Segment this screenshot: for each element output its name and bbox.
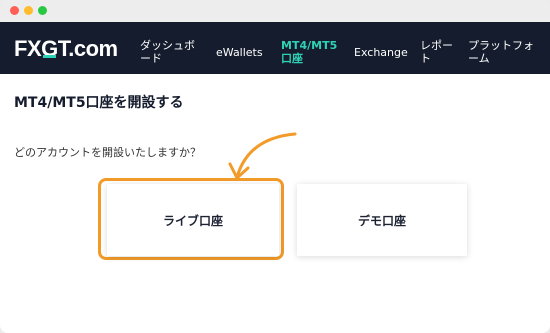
logo-text-fx: FX: [14, 36, 42, 61]
maximize-window-button[interactable]: [38, 6, 47, 15]
account-type-question: どのアカウントを開設いたしますか？: [14, 146, 201, 159]
demo-account-label: デモ口座: [357, 213, 406, 228]
browser-window: FXGT.com ダッシュボード eWallets MT4/MT5口座 Exch…: [0, 0, 550, 333]
nav-item-exchange[interactable]: Exchange: [354, 46, 408, 59]
pointer-arrow-icon: [228, 132, 297, 180]
close-window-button[interactable]: [10, 6, 19, 15]
nav-item-platforms[interactable]: プラットフォーム: [468, 39, 544, 65]
page-title: MT4/MT5口座を開設する: [14, 95, 184, 111]
title-bar: [0, 0, 550, 22]
logo-text-g: G: [41, 36, 58, 61]
demo-account-button[interactable]: デモ口座: [297, 184, 467, 256]
live-account-label: ライブ口座: [162, 213, 223, 228]
main-content: MT4/MT5口座を開設する どのアカウントを開設いたしますか？ ライブ口座 デ…: [0, 74, 550, 333]
logo-text-com: .com: [68, 36, 118, 61]
nav-item-reports[interactable]: レポート: [420, 39, 456, 65]
nav-item-ewallets[interactable]: eWallets: [216, 46, 263, 59]
fxgt-logo[interactable]: FXGT.com: [14, 36, 118, 62]
live-account-button[interactable]: ライブ口座: [107, 184, 279, 256]
top-navigation: FXGT.com ダッシュボード eWallets MT4/MT5口座 Exch…: [0, 22, 550, 74]
nav-item-dashboard[interactable]: ダッシュボード: [140, 39, 202, 65]
minimize-window-button[interactable]: [24, 6, 33, 15]
logo-text-t: T: [57, 36, 69, 61]
nav-item-mt4-mt5-accounts[interactable]: MT4/MT5口座: [281, 39, 339, 65]
